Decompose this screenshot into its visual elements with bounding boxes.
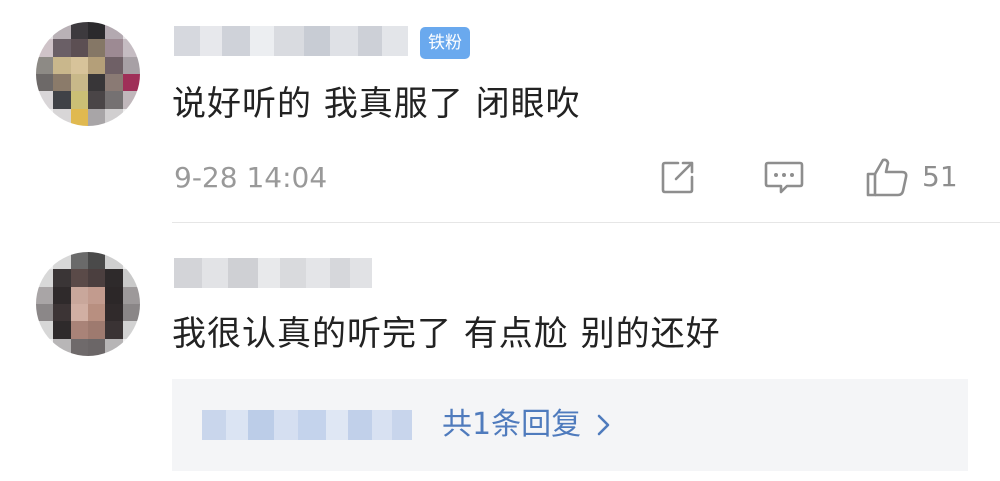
avatar[interactable] — [36, 22, 140, 126]
avatar[interactable] — [36, 252, 140, 356]
view-replies-label: 共1条回复 — [442, 407, 582, 442]
comment-divider — [172, 222, 1000, 223]
avatar-mosaic — [36, 252, 140, 356]
thumbs-up-icon — [866, 158, 908, 197]
reply-preview-blurred — [202, 410, 412, 440]
share-button[interactable] — [658, 154, 698, 200]
reply-button[interactable] — [762, 154, 806, 200]
fan-badge: 铁粉 — [420, 27, 470, 59]
comment-icon — [764, 161, 804, 194]
replies-preview[interactable]: 共1条回复 — [172, 379, 968, 471]
avatar-mosaic — [36, 22, 140, 126]
comment-text: 我很认真的听完了 有点尬 别的还好 — [172, 314, 721, 354]
chevron-right-icon — [597, 414, 610, 436]
view-replies-link[interactable]: 共1条回复 — [442, 405, 611, 445]
comment-text: 说好听的 我真服了 闭眼吹 — [172, 84, 581, 124]
share-icon — [661, 161, 694, 194]
like-button[interactable]: 51 — [864, 154, 958, 200]
username-blurred[interactable] — [174, 258, 372, 288]
username-blurred[interactable] — [174, 26, 408, 56]
comment-timestamp: 9-28 14:04 — [174, 161, 328, 194]
like-count: 51 — [922, 160, 958, 193]
